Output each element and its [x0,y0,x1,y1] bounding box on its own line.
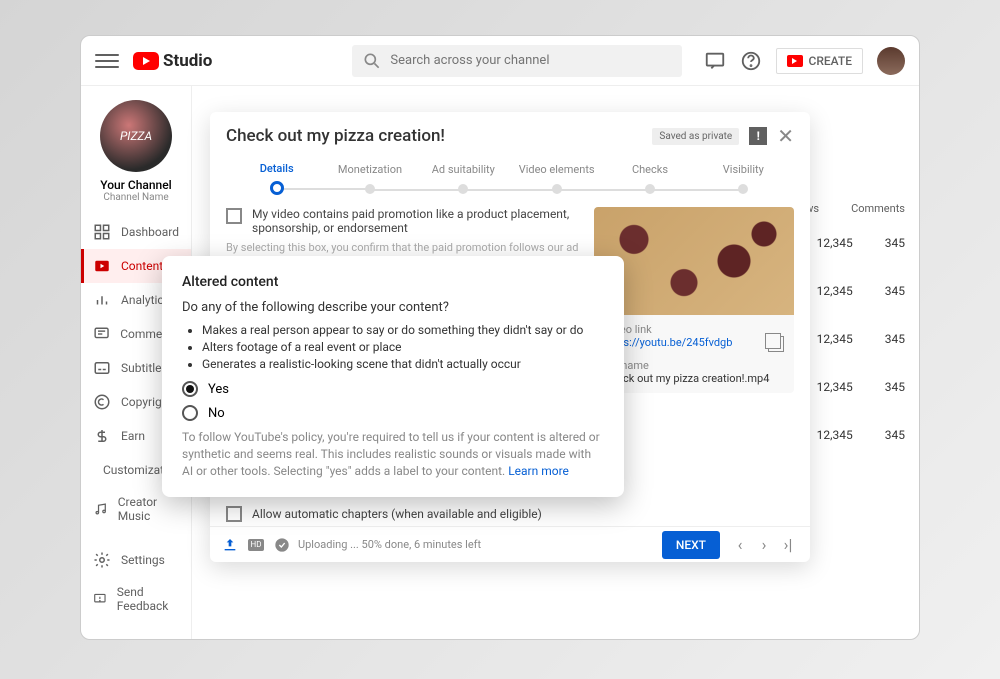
sidebar-item-settings[interactable]: Settings [81,543,191,577]
analytics-icon [93,291,111,309]
step-ad-suitability[interactable]: Ad suitability [417,163,510,194]
radio-icon [182,381,198,397]
step-monetization[interactable]: Monetization [323,163,416,194]
channel-block[interactable]: PIZZA Your Channel Channel Name [81,94,191,215]
chat-icon[interactable] [704,50,726,72]
step-video-elements[interactable]: Video elements [510,163,603,194]
altered-content-popup: Altered content Do any of the following … [162,256,624,497]
logo-text: Studio [163,51,212,71]
filename-value: Check out my pizza creation!.mp4 [604,372,784,385]
channel-subtitle: Channel Name [87,192,185,203]
sidebar-item-dashboard[interactable]: Dashboard [81,215,191,249]
next-button[interactable]: NEXT [662,531,720,559]
page-last-icon[interactable]: ›| [778,535,798,554]
music-icon [93,500,108,518]
table-row[interactable]: 12,345345 [813,284,905,298]
popup-bullet: Makes a real person appear to say or do … [202,323,604,337]
warning-icon[interactable]: ! [749,127,767,145]
help-icon[interactable] [740,50,762,72]
table-row[interactable]: 12,345345 [813,332,905,346]
popup-policy: To follow YouTube's policy, you're requi… [182,429,604,479]
popup-bullet: Generates a realistic-looking scene that… [202,357,604,371]
hamburger-icon[interactable] [95,49,119,73]
table-row[interactable]: 12,345345 [813,380,905,394]
copyright-icon [93,393,111,411]
page-next-icon[interactable]: › [754,535,774,554]
sidebar-item-feedback[interactable]: Send Feedback [81,577,191,621]
feedback-icon [93,590,107,608]
popup-bullet: Alters footage of a real event or place [202,340,604,354]
modal-title: Check out my pizza creation! [226,126,445,146]
video-link[interactable]: https://youtu.be/245fvdgb [604,336,784,349]
play-box-icon [93,257,111,275]
col-comments: Comments [851,202,905,215]
video-preview-panel: Video link https://youtu.be/245fvdgb Fil… [594,207,794,393]
video-thumbnail[interactable] [594,207,794,315]
search-input[interactable] [390,53,672,68]
filename-label: Filename [604,359,784,372]
step-checks[interactable]: Checks [603,163,696,194]
paid-promo-checkbox[interactable] [226,208,242,224]
radio-no[interactable]: No [182,405,604,421]
learn-more-link[interactable]: Learn more [508,464,569,478]
check-circle-icon [274,537,290,553]
create-button[interactable]: CREATE [776,48,863,74]
grid-icon [93,223,111,241]
header: Studio CREATE [81,36,919,86]
channel-title: Your Channel [87,178,185,192]
copy-icon[interactable] [768,336,784,352]
close-icon[interactable]: ✕ [777,124,794,148]
camera-icon [787,55,803,67]
paid-promo-label: My video contains paid promotion like a … [252,207,582,235]
video-link-label: Video link [604,323,784,336]
saved-status: Saved as private [652,128,739,145]
radio-yes[interactable]: Yes [182,381,604,397]
search-box[interactable] [352,45,682,77]
user-avatar[interactable] [877,47,905,75]
popup-title: Altered content [182,274,604,290]
auto-chapters-label: Allow automatic chapters (when available… [252,507,542,521]
youtube-play-icon [133,52,159,70]
channel-avatar: PIZZA [100,100,172,172]
gear-icon [93,551,111,569]
stepper: Details Monetization Ad suitability Vide… [210,156,810,195]
create-label: CREATE [809,54,852,68]
hd-icon: HD [248,539,264,551]
page-prev-icon[interactable]: ‹ [730,535,750,554]
upload-status: Uploading ... 50% done, 6 minutes left [298,538,481,551]
table-row[interactable]: 12,345345 [813,428,905,442]
youtube-studio-logo[interactable]: Studio [133,51,212,71]
upload-icon [222,537,238,553]
step-visibility[interactable]: Visibility [697,163,790,194]
step-details[interactable]: Details [230,162,323,195]
search-icon [362,51,382,71]
radio-no-label: No [208,406,225,421]
subtitles-icon [93,359,111,377]
popup-question: Do any of the following describe your co… [182,300,604,315]
radio-yes-label: Yes [208,382,229,397]
comments-icon [93,325,110,343]
table-rows: 12,345345 12,345345 12,345345 12,345345 … [813,236,905,442]
table-row[interactable]: 12,345345 [813,236,905,250]
dollar-icon [93,427,111,445]
radio-icon [182,405,198,421]
auto-chapters-checkbox[interactable] [226,506,242,522]
